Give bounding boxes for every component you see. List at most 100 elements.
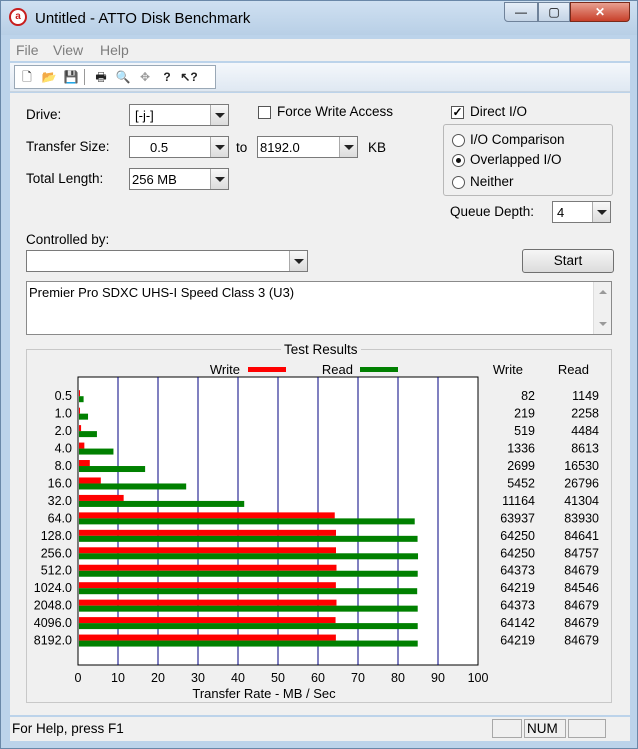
move-icon[interactable]: ✥: [135, 68, 155, 86]
chevron-down-icon[interactable]: [210, 105, 228, 125]
new-icon[interactable]: 🗋: [17, 68, 37, 86]
read-value: 84757: [564, 546, 599, 560]
category-label: 4096.0: [34, 616, 72, 630]
write-bar: [79, 564, 337, 571]
close-button[interactable]: ✕: [570, 2, 630, 22]
category-label: 128.0: [41, 529, 72, 543]
category-label: 512.0: [41, 564, 72, 578]
read-bar: [79, 500, 245, 507]
force-write-label[interactable]: Force Write Access: [277, 104, 393, 119]
maximize-button[interactable]: ▢: [538, 2, 570, 22]
write-value: 11164: [502, 494, 535, 508]
chevron-down-icon[interactable]: [210, 169, 228, 189]
read-bar: [79, 570, 418, 577]
write-bar: [79, 512, 335, 519]
write-bar: [79, 547, 336, 554]
read-value: 84641: [564, 529, 599, 543]
x-tick-label: 90: [431, 671, 445, 685]
drive-select[interactable]: [-j-]: [129, 104, 229, 126]
overlapped-io-radio[interactable]: [452, 154, 465, 167]
transfer-size-label: Transfer Size:: [26, 139, 110, 154]
write-bar: [79, 425, 82, 432]
io-comparison-label[interactable]: I/O Comparison: [470, 132, 565, 147]
help-icon[interactable]: ?: [157, 68, 177, 86]
direct-io-label[interactable]: Direct I/O: [470, 104, 527, 119]
save-icon[interactable]: 💾: [61, 68, 81, 86]
category-label: 32.0: [48, 494, 72, 508]
read-value: 4484: [571, 424, 599, 438]
write-value: 64219: [500, 634, 535, 648]
queue-depth-value: 4: [557, 205, 565, 220]
category-label: 64.0: [48, 511, 72, 525]
overlapped-io-label[interactable]: Overlapped I/O: [470, 152, 562, 167]
x-tick-label: 0: [75, 671, 82, 685]
neither-label[interactable]: Neither: [470, 174, 514, 189]
description-textarea[interactable]: Premier Pro SDXC UHS-I Speed Class 3 (U3…: [26, 281, 612, 335]
read-bar: [79, 396, 84, 403]
test-results-title: Test Results: [281, 342, 361, 357]
scroll-up-icon[interactable]: [599, 290, 607, 294]
write-bar: [79, 460, 90, 467]
title-bar[interactable]: a Untitled - ATTO Disk Benchmark — ▢ ✕: [1, 1, 637, 35]
io-comparison-radio[interactable]: [452, 134, 465, 147]
read-bar: [79, 553, 419, 560]
write-value: 64250: [500, 546, 535, 560]
write-value: 64219: [500, 581, 535, 595]
direct-io-checkbox[interactable]: ✓: [451, 106, 464, 119]
transfer-size-from-select[interactable]: 0.5: [129, 136, 229, 158]
menu-file[interactable]: File: [16, 42, 39, 58]
read-bar: [79, 431, 97, 438]
write-bar: [79, 599, 337, 606]
total-length-select[interactable]: 256 MB: [129, 168, 229, 190]
read-value: 83930: [564, 511, 599, 525]
minimize-button[interactable]: —: [504, 2, 538, 22]
open-icon[interactable]: 📂: [39, 68, 59, 86]
description-text: Premier Pro SDXC UHS-I Speed Class 3 (U3…: [29, 285, 295, 300]
x-tick-label: 80: [391, 671, 405, 685]
chevron-down-icon[interactable]: [210, 137, 228, 157]
start-button[interactable]: Start: [522, 249, 614, 273]
read-value: 84546: [564, 581, 599, 595]
main-panel: Drive: [-j-] Force Write Access ✓ Direct…: [10, 93, 630, 715]
write-value: 64373: [500, 564, 535, 578]
transfer-from-value: 0.5: [150, 140, 169, 155]
chevron-down-icon[interactable]: [339, 137, 357, 157]
x-tick-label: 10: [111, 671, 125, 685]
write-bar: [79, 407, 80, 414]
read-value: 41304: [564, 494, 599, 508]
chevron-down-icon[interactable]: [289, 251, 307, 271]
read-bar: [79, 588, 418, 595]
context-help-icon[interactable]: ↖?: [179, 68, 199, 86]
x-tick-label: 60: [311, 671, 325, 685]
menu-view[interactable]: View: [53, 42, 83, 58]
print-preview-icon[interactable]: 🔍: [113, 68, 133, 86]
write-value: 5452: [507, 476, 535, 490]
read-value: 84679: [564, 634, 599, 648]
read-value: 8613: [571, 442, 599, 456]
transfer-size-to-select[interactable]: 8192.0: [257, 136, 358, 158]
atto-app-icon[interactable]: a: [9, 8, 27, 26]
test-results-group: Test Results 0 10 20 30 40 50 60 70 80 90 100 Trans…: [26, 342, 612, 703]
read-value: 2258: [571, 407, 599, 421]
neither-radio[interactable]: [452, 176, 465, 189]
force-write-checkbox[interactable]: [258, 106, 271, 119]
controlled-by-select[interactable]: [26, 250, 308, 272]
write-bar: [79, 494, 124, 501]
description-scrollbar[interactable]: [593, 282, 611, 334]
read-bar: [79, 535, 418, 542]
scroll-down-icon[interactable]: [599, 322, 607, 326]
menu-help[interactable]: Help: [100, 42, 129, 58]
read-value: 26796: [564, 476, 599, 490]
toolbar: 🗋 📂 💾 🖶 🔍 ✥ ? ↖?: [10, 63, 630, 92]
x-tick-label: 20: [151, 671, 165, 685]
results-chart: 0 10 20 30 40 50 60 70 80 90 100 Transfer Rate - MB…: [34, 362, 599, 701]
write-bar: [79, 477, 101, 484]
write-value: 64250: [500, 529, 535, 543]
write-bar: [79, 529, 336, 536]
write-bar: [79, 390, 80, 397]
print-icon[interactable]: 🖶: [91, 68, 111, 86]
read-value: 84679: [564, 564, 599, 578]
chevron-down-icon[interactable]: [592, 202, 610, 222]
queue-depth-select[interactable]: 4: [552, 201, 611, 223]
x-tick-label: 70: [351, 671, 365, 685]
